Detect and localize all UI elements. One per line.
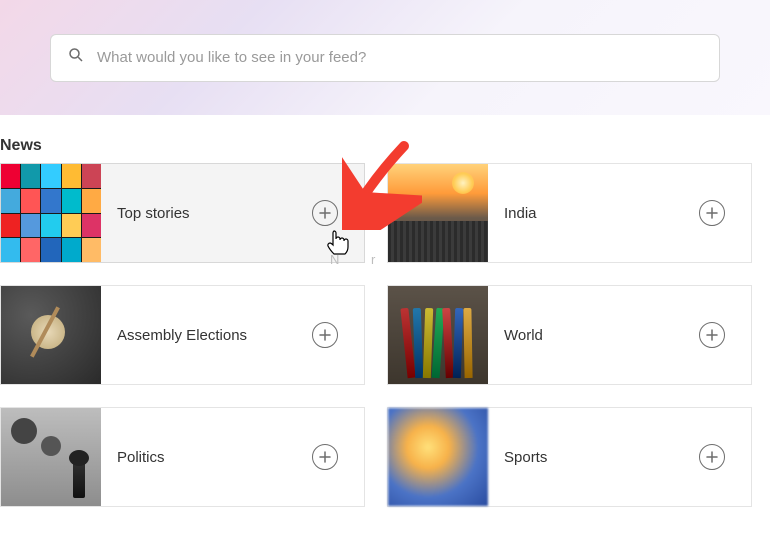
card-label: India: [488, 205, 699, 222]
add-button-top-stories[interactable]: [312, 200, 338, 226]
thumb-assembly-elections: [1, 286, 101, 384]
card-world[interactable]: World: [387, 285, 752, 385]
card-label: Sports: [488, 449, 699, 466]
card-label: Top stories: [101, 205, 312, 222]
search-header: [0, 0, 770, 115]
thumb-top-stories: [1, 164, 101, 262]
thumb-sports: [388, 408, 488, 506]
card-label: Assembly Elections: [101, 327, 312, 344]
card-assembly-elections[interactable]: Assembly Elections: [0, 285, 365, 385]
add-button-india[interactable]: [699, 200, 725, 226]
plus-icon: [706, 329, 718, 341]
thumb-india: [388, 164, 488, 262]
add-button-world[interactable]: [699, 322, 725, 348]
plus-icon: [319, 451, 331, 463]
thumb-world: [388, 286, 488, 384]
search-icon: [67, 46, 85, 69]
add-button-sports[interactable]: [699, 444, 725, 470]
card-politics[interactable]: Politics: [0, 407, 365, 507]
section-title: News: [0, 115, 770, 163]
plus-icon: [319, 329, 331, 341]
category-grid: Top stories India Assembly Elections Wor…: [0, 163, 770, 507]
plus-icon: [706, 207, 718, 219]
card-top-stories[interactable]: Top stories: [0, 163, 365, 263]
search-box[interactable]: [50, 34, 720, 82]
add-button-assembly-elections[interactable]: [312, 322, 338, 348]
card-india[interactable]: India: [387, 163, 752, 263]
card-sports[interactable]: Sports: [387, 407, 752, 507]
card-label: Politics: [101, 449, 312, 466]
card-label: World: [488, 327, 699, 344]
add-button-politics[interactable]: [312, 444, 338, 470]
plus-icon: [706, 451, 718, 463]
plus-icon: [319, 207, 331, 219]
search-input[interactable]: [97, 49, 703, 66]
thumb-politics: [1, 408, 101, 506]
